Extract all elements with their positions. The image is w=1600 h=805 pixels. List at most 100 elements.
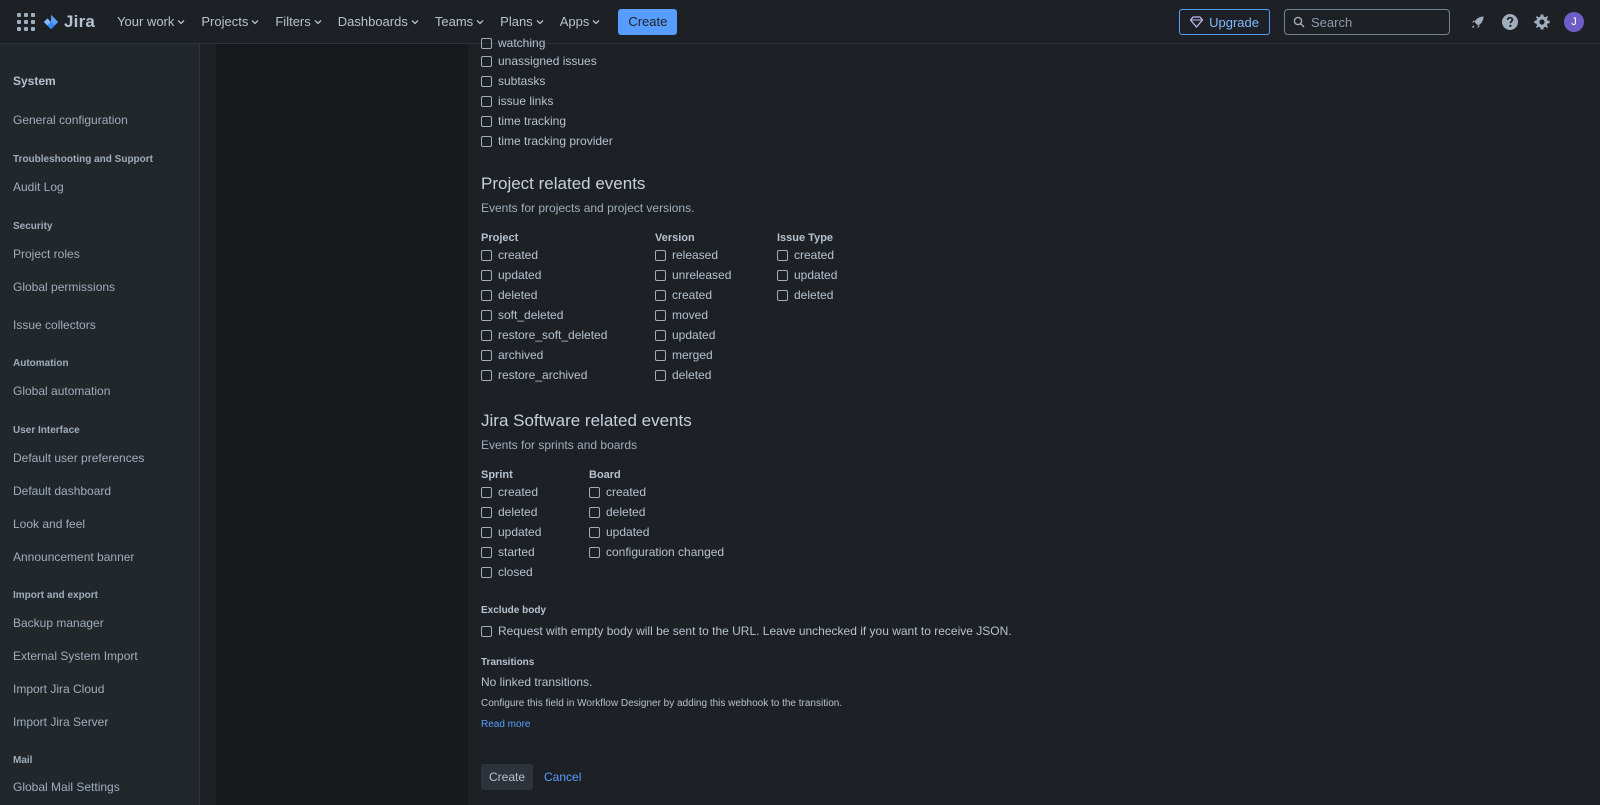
checkbox-box[interactable] [481,506,492,518]
checkbox-version-unreleased[interactable]: unreleased [655,268,731,282]
checkbox-sprint-created[interactable]: created [481,485,538,499]
checkbox-box[interactable] [481,55,492,67]
sidebar-item-general-configuration[interactable]: General configuration [13,113,128,127]
checkbox-box[interactable] [481,309,492,321]
sidebar-item-audit-log[interactable]: Audit Log [13,180,64,194]
checkbox-issue-links[interactable]: issue links [481,94,553,108]
sidebar-item-default-user-preferences[interactable]: Default user preferences [13,451,144,465]
checkbox-box[interactable] [481,249,492,261]
checkbox-time-tracking[interactable]: time tracking [481,114,566,128]
checkbox-sprint-updated[interactable]: updated [481,525,541,539]
search-input[interactable] [1311,14,1441,30]
checkbox-project-created[interactable]: created [481,248,538,262]
checkbox-version-released[interactable]: released [655,248,718,262]
checkbox-version-deleted[interactable]: deleted [655,368,711,382]
checkbox-version-merged[interactable]: merged [655,348,713,362]
sidebar-item-global-automation[interactable]: Global automation [13,384,110,398]
checkbox-sprint-closed[interactable]: closed [481,565,533,579]
checkbox-time-tracking-provider[interactable]: time tracking provider [481,134,613,148]
checkbox-box[interactable] [481,526,492,538]
checkbox-box[interactable] [655,289,666,301]
checkbox-box[interactable] [481,566,492,578]
checkbox-exclude-body[interactable]: Request with empty body will be sent to … [481,624,1012,638]
nav-plans[interactable]: Plans [492,6,552,38]
checkbox-board-deleted[interactable]: deleted [589,505,645,519]
checkbox-box[interactable] [481,546,492,558]
upgrade-button[interactable]: Upgrade [1179,9,1270,35]
checkbox-box[interactable] [481,486,492,498]
read-more-link[interactable]: Read more [481,719,530,730]
create-webhook-button[interactable]: Create [481,764,534,790]
checkbox-unassigned-issues[interactable]: unassigned issues [481,54,597,68]
sidebar-item-global-permissions[interactable]: Global permissions [13,280,115,294]
nav-your-work[interactable]: Your work [109,6,193,38]
checkbox-sprint-deleted[interactable]: deleted [481,505,537,519]
sidebar-item-default-dashboard[interactable]: Default dashboard [13,484,111,498]
checkbox-box[interactable] [481,625,492,637]
search-box[interactable] [1284,9,1450,35]
create-issue-button[interactable]: Create [618,8,678,35]
sidebar-item-import-jira-cloud[interactable]: Import Jira Cloud [13,682,104,696]
checkbox-box[interactable] [589,486,600,498]
checkbox-issue-type-deleted[interactable]: deleted [777,288,833,302]
checkbox-box[interactable] [481,349,492,361]
checkbox-box[interactable] [589,526,600,538]
nav-dashboards[interactable]: Dashboards [330,6,427,38]
checkbox-project-soft-deleted[interactable]: soft_deleted [481,308,563,322]
checkbox-board-updated[interactable]: updated [589,525,649,539]
checkbox-box[interactable] [655,269,666,281]
checkbox-version-updated[interactable]: updated [655,328,715,342]
avatar[interactable]: J [1564,12,1584,32]
checkbox-project-archived[interactable]: archived [481,348,543,362]
checkbox-box[interactable] [655,329,666,341]
nav-apps[interactable]: Apps [552,6,609,38]
nav-filters[interactable]: Filters [267,6,329,38]
checkbox-sprint-started[interactable]: started [481,545,535,559]
settings-button[interactable] [1526,6,1558,38]
checkbox-box[interactable] [481,75,492,87]
checkbox-box[interactable] [481,269,492,281]
sidebar-item-backup-manager[interactable]: Backup manager [13,616,104,630]
nav-teams[interactable]: Teams [427,6,492,38]
checkbox-version-moved[interactable]: moved [655,308,708,322]
checkbox-box[interactable] [481,135,492,147]
checkbox-issue-type-updated[interactable]: updated [777,268,837,282]
checkbox-issue-type-created[interactable]: created [777,248,834,262]
cancel-link[interactable]: Cancel [544,770,581,784]
checkbox-box[interactable] [777,289,788,301]
checkbox-box[interactable] [655,369,666,381]
notifications-button[interactable] [1462,6,1494,38]
checkbox-box[interactable] [655,309,666,321]
checkbox-box[interactable] [589,546,600,558]
checkbox-box[interactable] [481,95,492,107]
sidebar-item-import-jira-server[interactable]: Import Jira Server [13,715,108,729]
app-switcher-icon[interactable] [17,12,35,31]
checkbox-box[interactable] [481,115,492,127]
checkbox-board-created[interactable]: created [589,485,646,499]
checkbox-project-restore-soft-deleted[interactable]: restore_soft_deleted [481,328,607,342]
checkbox-box[interactable] [481,289,492,301]
checkbox-box[interactable] [655,349,666,361]
checkbox-project-deleted[interactable]: deleted [481,288,537,302]
checkbox-version-created[interactable]: created [655,288,712,302]
checkbox-box[interactable] [589,506,600,518]
sidebar-item-project-roles[interactable]: Project roles [13,247,80,261]
sidebar-item-external-system-import[interactable]: External System Import [13,649,138,663]
checkbox-box[interactable] [655,249,666,261]
sidebar-item-announcement-banner[interactable]: Announcement banner [13,550,134,564]
checkbox-subtasks[interactable]: subtasks [481,74,545,88]
checkbox-box[interactable] [481,369,492,381]
sidebar-item-global-mail-settings[interactable]: Global Mail Settings [13,780,120,794]
help-button[interactable] [1494,6,1526,38]
sidebar-item-issue-collectors[interactable]: Issue collectors [13,318,96,332]
checkbox-project-restore-archived[interactable]: restore_archived [481,368,587,382]
jira-logo[interactable]: Jira [42,12,95,32]
checkbox-project-updated[interactable]: updated [481,268,541,282]
checkbox-box[interactable] [481,37,492,49]
checkbox-box[interactable] [481,329,492,341]
checkbox-board-configuration-changed[interactable]: configuration changed [589,545,724,559]
checkbox-box[interactable] [777,249,788,261]
checkbox-watching[interactable]: watching [481,36,545,50]
sidebar-item-look-and-feel[interactable]: Look and feel [13,517,85,531]
checkbox-box[interactable] [777,269,788,281]
